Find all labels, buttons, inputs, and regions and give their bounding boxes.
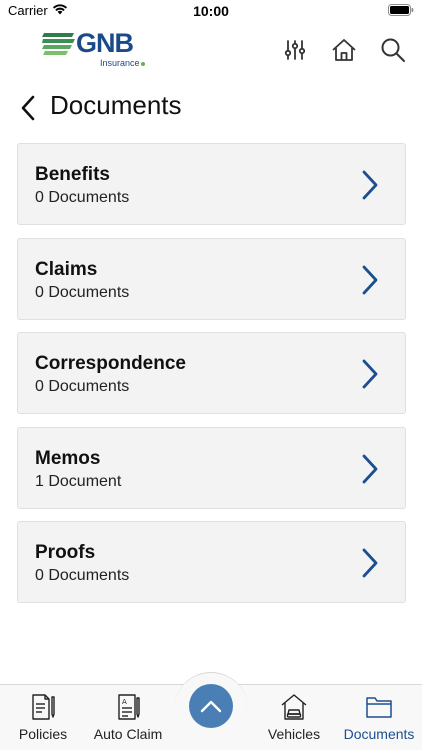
category-count: 1 Document: [35, 472, 122, 490]
search-icon: [381, 38, 405, 62]
document-category-claims[interactable]: Claims 0 Documents: [17, 237, 406, 320]
document-category-proofs[interactable]: Proofs 0 Documents: [17, 521, 406, 603]
chevron-right-icon: [362, 359, 378, 389]
vehicles-icon: [281, 694, 307, 720]
category-count: 0 Documents: [35, 283, 130, 301]
tab-vehicles[interactable]: Vehicles: [264, 685, 324, 750]
page-title: Documents: [50, 90, 182, 120]
category-name: Correspondence: [35, 353, 186, 374]
document-category-list: Benefits 0 Documents Claims 0 Documents …: [17, 143, 406, 616]
svg-text:A: A: [122, 698, 127, 706]
chevron-right-icon: [362, 170, 378, 200]
policies-icon: [32, 694, 55, 720]
category-name: Proofs: [35, 542, 96, 563]
tab-label: Vehicles: [267, 726, 321, 742]
home-icon: [332, 39, 356, 61]
expand-menu-button[interactable]: [189, 684, 233, 728]
battery-icon: [388, 4, 414, 16]
title-row: Documents: [0, 88, 422, 128]
category-count: 0 Documents: [35, 567, 130, 584]
status-time: 10:00: [193, 3, 229, 19]
document-category-correspondence[interactable]: Correspondence 0 Documents: [17, 332, 406, 414]
tab-auto-claim[interactable]: A Auto Claim: [90, 685, 166, 750]
category-count: 0 Documents: [35, 189, 130, 206]
chevron-right-icon: [362, 454, 378, 483]
document-category-benefits[interactable]: Benefits 0 Documents: [17, 143, 406, 225]
tab-documents[interactable]: Documents: [340, 685, 418, 750]
status-bar: Carrier 10:00: [0, 0, 422, 22]
folder-icon: [366, 697, 392, 718]
app-header: GNB Insurance: [0, 24, 422, 76]
tab-label: Policies: [18, 726, 68, 742]
auto-claim-icon: A: [118, 694, 140, 720]
logo-text: GNB: [76, 28, 134, 58]
back-chevron-icon[interactable]: [18, 94, 40, 122]
search-button[interactable]: [379, 36, 407, 64]
logo-stripes-icon: [42, 33, 75, 55]
category-name: Benefits: [35, 164, 110, 185]
home-button[interactable]: [330, 36, 358, 64]
filter-button[interactable]: [281, 36, 309, 64]
tab-policies[interactable]: Policies: [14, 685, 72, 750]
gnb-logo[interactable]: GNB Insurance: [42, 28, 162, 74]
category-count: 0 Documents: [35, 378, 130, 395]
chevron-up-icon: [200, 700, 222, 713]
chevron-right-icon: [362, 548, 378, 578]
document-category-memos[interactable]: Memos 1 Document: [17, 426, 406, 509]
logo-subtitle: Insurance: [100, 58, 145, 68]
tab-label: Auto Claim: [93, 726, 163, 742]
chevron-right-icon: [362, 265, 378, 294]
sliders-icon: [284, 40, 306, 60]
category-name: Claims: [35, 258, 98, 280]
category-name: Memos: [35, 447, 101, 469]
tab-label: Documents: [343, 726, 415, 742]
